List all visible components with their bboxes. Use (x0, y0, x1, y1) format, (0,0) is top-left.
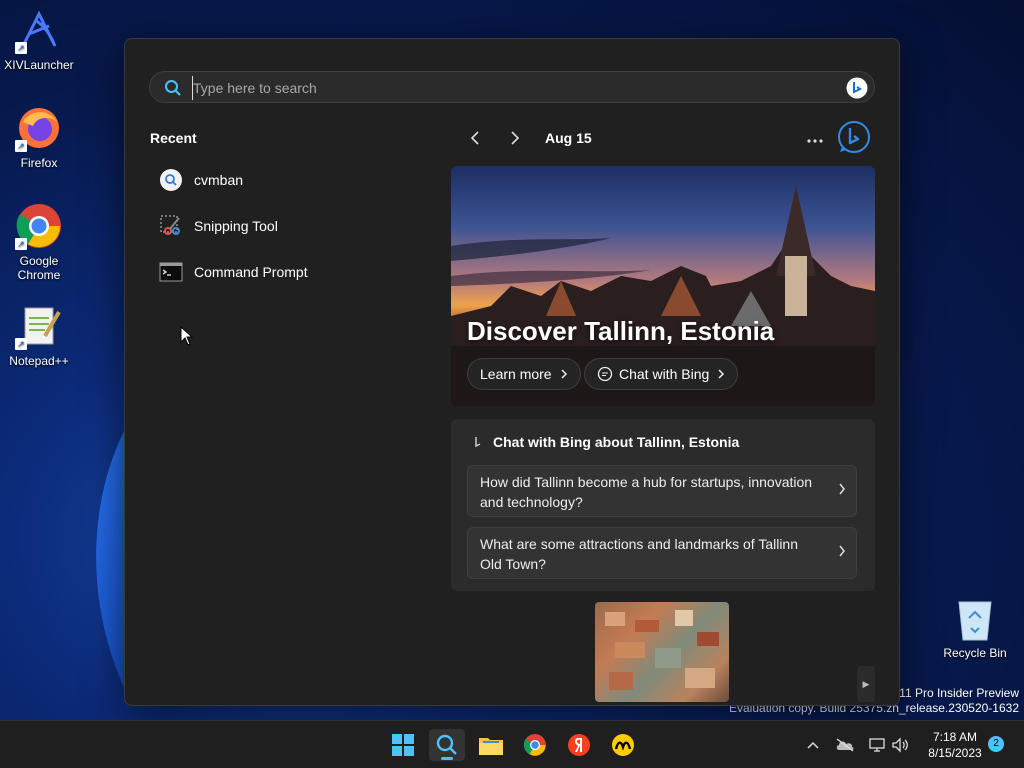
desktop-icon-label: Firefox (20, 156, 58, 170)
next-button[interactable] (495, 127, 535, 149)
taskbar: 7:18 AM 8/15/2023 2 (0, 720, 1024, 768)
recent-item-command-prompt[interactable]: Command Prompt (159, 257, 399, 287)
bing-chat-card: Chat with Bing about Tallinn, Estonia Ho… (451, 419, 875, 591)
search-icon (165, 80, 181, 96)
chevron-right-icon (839, 545, 845, 557)
toloka-taskbar-button[interactable] (605, 729, 641, 761)
windows-start-icon (392, 734, 414, 756)
play-triangle-icon: ▶ (862, 679, 870, 689)
chat-question-text: What are some attractions and landmarks … (480, 536, 799, 572)
shortcut-arrow-icon: ↗ (15, 238, 27, 250)
chevron-right-icon (511, 131, 520, 145)
file-explorer-button[interactable] (473, 729, 509, 761)
chat-with-bing-button[interactable]: Chat with Bing (584, 358, 739, 390)
yandex-icon (568, 734, 590, 756)
chevron-left-icon (470, 131, 479, 145)
chrome-icon (523, 734, 546, 756)
chat-with-bing-label: Chat with Bing (619, 366, 710, 382)
chevron-up-icon (807, 741, 819, 749)
more-options-button[interactable] (807, 127, 823, 148)
toloka-icon (612, 734, 634, 756)
desktop-icon-xivlauncher[interactable]: ↗ XIVLauncher (1, 6, 77, 72)
shortcut-arrow-icon: ↗ (15, 140, 27, 152)
shortcut-arrow-icon: ↗ (15, 338, 27, 350)
desktop-icon-chrome[interactable]: ↗ Google Chrome (1, 202, 77, 282)
recent-item-snipping-tool[interactable]: Snipping Tool (159, 211, 399, 241)
highlight-date: Aug 15 (545, 130, 592, 146)
bing-chat-icon[interactable] (838, 121, 870, 153)
clock-time: 7:18 AM (932, 730, 978, 744)
chrome-icon: ↗ (15, 202, 63, 250)
recent-item-label: cvmban (194, 172, 244, 188)
chat-question-text: How did Tallinn become a hub for startup… (480, 474, 813, 510)
firefox-icon: ↗ (15, 104, 63, 152)
speaker-icon (892, 737, 908, 753)
recent-heading: Recent (150, 130, 197, 146)
chat-bubble-icon (597, 366, 613, 382)
onedrive-offline-icon (836, 738, 854, 752)
chat-question[interactable]: What are some attractions and landmarks … (467, 527, 857, 579)
desktop-icon-label: Recycle Bin (943, 646, 1007, 660)
file-explorer-icon (479, 738, 503, 755)
recent-item-cvmban[interactable]: cvmban (159, 165, 399, 195)
xivlauncher-icon: ↗ (15, 6, 63, 54)
desktop-icon-firefox[interactable]: ↗ Firefox (1, 104, 77, 170)
network-tray-button[interactable] (867, 735, 887, 755)
notepadpp-icon: ↗ (15, 302, 63, 350)
bing-icon (475, 437, 481, 448)
bing-chat-card-title: Chat with Bing about Tallinn, Estonia (473, 434, 739, 450)
recent-item-label: Snipping Tool (194, 218, 278, 234)
onedrive-tray-button[interactable] (835, 735, 855, 755)
previous-button[interactable] (455, 127, 495, 149)
mouse-cursor-icon (180, 326, 194, 346)
search-panel: Recent cvmban Snipping Tool Command Prom… (124, 38, 900, 706)
chevron-right-icon (561, 369, 567, 379)
more-icon (807, 139, 823, 143)
recycle-bin-icon (955, 596, 995, 642)
shortcut-arrow-icon: ↗ (15, 42, 27, 54)
chrome-taskbar-button[interactable] (517, 729, 553, 761)
learn-more-label: Learn more (480, 366, 552, 382)
snipping-tool-icon (159, 214, 183, 238)
desktop-icon-label: Notepad++ (9, 354, 69, 368)
yandex-taskbar-button[interactable] (561, 729, 597, 761)
search-icon (159, 168, 183, 192)
notification-badge[interactable]: 2 (988, 736, 1004, 752)
scroll-right-button[interactable]: ▶ (857, 666, 875, 702)
network-icon (869, 738, 885, 752)
desktop-icon-label: Google Chrome (17, 254, 61, 282)
tallinn-old-town-thumbnail[interactable] (595, 602, 729, 702)
start-button[interactable] (385, 729, 421, 761)
learn-more-button[interactable]: Learn more (467, 358, 581, 390)
volume-tray-button[interactable] (890, 735, 910, 755)
taskbar-search-button[interactable] (429, 729, 465, 761)
bing-chat-card-title-text: Chat with Bing about Tallinn, Estonia (493, 434, 740, 450)
show-hidden-icons-button[interactable] (803, 735, 823, 755)
clock-date: 8/15/2023 (928, 746, 982, 760)
search-input[interactable] (192, 76, 832, 100)
highlights-nav: Aug 15 (455, 127, 592, 149)
desktop-icon-notepadpp[interactable]: ↗ Notepad++ (1, 302, 77, 368)
desktop-icon-label: XIVLauncher (4, 58, 74, 72)
old-town-aerial-image (605, 610, 719, 690)
chevron-right-icon (718, 369, 725, 379)
chat-question[interactable]: How did Tallinn become a hub for startup… (467, 465, 857, 517)
hero-title: Discover Tallinn, Estonia (467, 316, 775, 346)
bing-icon[interactable] (846, 77, 868, 99)
hero-card[interactable]: Discover Tallinn, Estonia Learn more Cha… (451, 166, 875, 406)
desktop-icon-recycle-bin[interactable]: Recycle Bin (940, 596, 1010, 660)
search-box[interactable] (149, 71, 875, 103)
chevron-right-icon (839, 483, 845, 495)
recent-item-label: Command Prompt (194, 264, 308, 280)
search-icon (436, 734, 457, 755)
clock[interactable]: 7:18 AM 8/15/2023 (920, 729, 990, 761)
command-prompt-icon (159, 260, 183, 284)
